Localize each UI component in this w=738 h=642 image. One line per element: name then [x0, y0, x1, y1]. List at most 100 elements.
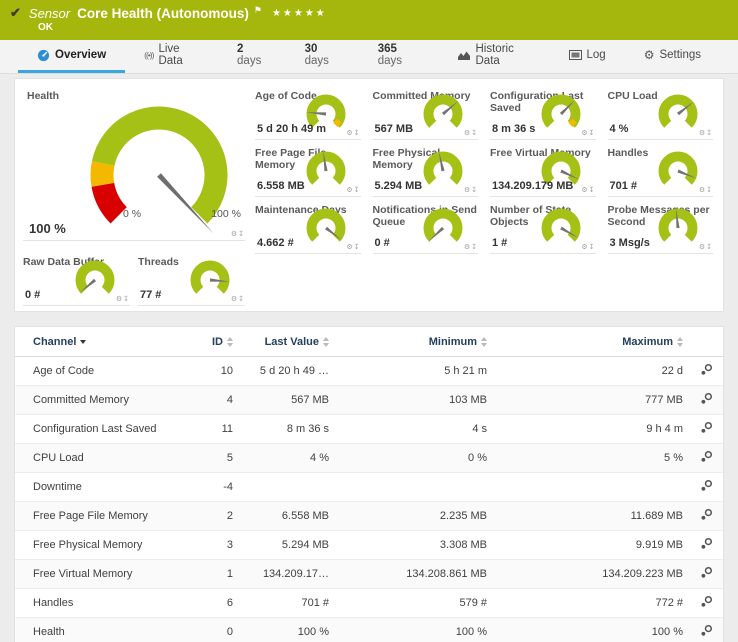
- gauge-tile-raw-data-buffer: Raw Data Buffer0 #⚙↧: [23, 251, 130, 306]
- table-row-downtime[interactable]: Downtime-4: [15, 473, 723, 502]
- cell-channel[interactable]: Free Page File Memory: [15, 502, 197, 531]
- pin-icon[interactable]: ↧: [706, 130, 713, 137]
- edit-channel-icon[interactable]: [700, 508, 713, 521]
- gear-icon[interactable]: ⚙: [581, 187, 588, 194]
- cell-channel[interactable]: Configuration Last Saved: [15, 415, 197, 444]
- table-row-free-physical-memory[interactable]: Free Physical Memory35.294 MB3.308 MB9.9…: [15, 531, 723, 560]
- pin-icon[interactable]: ↧: [706, 244, 713, 251]
- edit-channel-icon[interactable]: [700, 566, 713, 579]
- sort-icon: [481, 337, 487, 347]
- gauge-value: 1 #: [492, 237, 507, 249]
- cell-last: [239, 473, 335, 502]
- pin-icon[interactable]: ↧: [354, 130, 361, 137]
- table-row-handles[interactable]: Handles6701 #579 #772 #: [15, 589, 723, 618]
- tab-log[interactable]: Log: [550, 40, 625, 73]
- edit-channel-icon[interactable]: [700, 450, 713, 463]
- gauge-value: 5 d 20 h 49 m: [257, 123, 326, 135]
- cell-tools: [689, 502, 723, 531]
- cell-channel[interactable]: Committed Memory: [15, 386, 197, 415]
- table-row-configuration-last-saved[interactable]: Configuration Last Saved118 m 36 s4 s9 h…: [15, 415, 723, 444]
- pin-icon[interactable]: ↧: [238, 296, 245, 303]
- cell-last: 5 d 20 h 49 …: [239, 357, 335, 386]
- cell-max: 22 d: [493, 357, 689, 386]
- edit-channel-icon[interactable]: [700, 421, 713, 434]
- cell-max: 100 %: [493, 618, 689, 642]
- cell-max: 9 h 4 m: [493, 415, 689, 444]
- tab-historic-data[interactable]: Historic Data: [438, 40, 550, 73]
- column-header-maximum[interactable]: Maximum: [493, 327, 689, 357]
- cell-id: 4: [197, 386, 239, 415]
- pin-icon[interactable]: ↧: [471, 187, 478, 194]
- gauge-value: 3 Msg/s: [610, 237, 650, 249]
- cell-last: 134.209.17…: [239, 560, 335, 589]
- flag-icon[interactable]: ⚑: [254, 5, 262, 16]
- mini-gauge: [303, 206, 349, 246]
- edit-channel-icon[interactable]: [700, 392, 713, 405]
- priority-stars[interactable]: ★★★★★: [272, 8, 327, 19]
- tab-overview[interactable]: Overview: [18, 40, 125, 73]
- gear-icon[interactable]: ⚙: [581, 244, 588, 251]
- gear-icon[interactable]: ⚙: [346, 244, 353, 251]
- pin-icon[interactable]: ↧: [589, 130, 596, 137]
- sort-icon: [227, 337, 233, 347]
- table-row-age-of-code[interactable]: Age of Code105 d 20 h 49 …5 h 21 m22 d: [15, 357, 723, 386]
- edit-channel-icon[interactable]: [700, 595, 713, 608]
- cell-channel[interactable]: Free Physical Memory: [15, 531, 197, 560]
- tab-live-data[interactable]: ((•))Live Data: [125, 40, 218, 73]
- table-row-free-virtual-memory[interactable]: Free Virtual Memory1134.209.17…134.208.8…: [15, 560, 723, 589]
- edit-channel-icon[interactable]: [700, 537, 713, 550]
- table-row-committed-memory[interactable]: Committed Memory4567 MB103 MB777 MB: [15, 386, 723, 415]
- tab-30-days[interactable]: 30 days: [286, 40, 359, 73]
- pin-icon[interactable]: ↧: [238, 231, 245, 238]
- cell-channel[interactable]: Handles: [15, 589, 197, 618]
- tab-settings[interactable]: ⚙Settings: [625, 40, 720, 73]
- pin-icon[interactable]: ↧: [589, 187, 596, 194]
- pin-icon[interactable]: ↧: [471, 244, 478, 251]
- cell-channel[interactable]: Age of Code: [15, 357, 197, 386]
- tab-365-days[interactable]: 365 days: [359, 40, 438, 73]
- cell-tools: [689, 444, 723, 473]
- edit-channel-icon[interactable]: [700, 624, 713, 637]
- column-header-id[interactable]: ID: [197, 327, 239, 357]
- edit-channel-icon[interactable]: [700, 363, 713, 376]
- cell-min: 5 h 21 m: [335, 357, 493, 386]
- cell-channel[interactable]: Free Virtual Memory: [15, 560, 197, 589]
- gear-icon[interactable]: ⚙: [581, 130, 588, 137]
- edit-channel-icon[interactable]: [700, 479, 713, 492]
- table-row-cpu-load[interactable]: CPU Load54 %0 %5 %: [15, 444, 723, 473]
- cell-tools: [689, 357, 723, 386]
- column-header-last-value[interactable]: Last Value: [239, 327, 335, 357]
- table-row-free-page-file-memory[interactable]: Free Page File Memory26.558 MB2.235 MB11…: [15, 502, 723, 531]
- cell-channel[interactable]: Health: [15, 618, 197, 642]
- pin-icon[interactable]: ↧: [589, 244, 596, 251]
- table-row-health[interactable]: Health0100 %100 %100 %: [15, 618, 723, 642]
- mini-gauge: [655, 206, 701, 246]
- tab-bar: Overview((•))Live Data2 days30 days365 d…: [0, 40, 738, 74]
- cell-max: 5 %: [493, 444, 689, 473]
- column-header-channel[interactable]: Channel: [15, 327, 197, 357]
- status-check-icon: ✔: [10, 5, 21, 21]
- gauge-max-label: 100 %: [211, 208, 241, 220]
- gauge-value: 4 %: [610, 123, 629, 135]
- prtg-sensor-page: ✔ Sensor Core Health (Autonomous) ⚑ ★★★★…: [0, 0, 738, 642]
- sensor-kind-label: Sensor: [29, 6, 70, 21]
- mini-gauge: [420, 206, 466, 246]
- gauges-bottom-row: Raw Data Buffer0 #⚙↧Threads77 #⚙↧: [19, 251, 249, 306]
- cell-id: 3: [197, 531, 239, 560]
- column-header-minimum[interactable]: Minimum: [335, 327, 493, 357]
- tab-2-days[interactable]: 2 days: [218, 40, 286, 73]
- cell-channel[interactable]: CPU Load: [15, 444, 197, 473]
- column-header-tools: [689, 327, 723, 357]
- pin-icon[interactable]: ↧: [706, 187, 713, 194]
- gauge-tile-notifications-in-send-queue: Notifications in Send Queue0 #⚙↧: [373, 199, 479, 254]
- pin-icon[interactable]: ↧: [471, 130, 478, 137]
- cell-last: 567 MB: [239, 386, 335, 415]
- pin-icon[interactable]: ↧: [354, 244, 361, 251]
- health-gauge-tile: Health 0 % 100 % 100 % ⚙↧: [23, 85, 245, 241]
- gear-icon[interactable]: ⚙: [346, 187, 353, 194]
- pin-icon[interactable]: ↧: [354, 187, 361, 194]
- gear-icon[interactable]: ⚙: [346, 130, 353, 137]
- pin-icon[interactable]: ↧: [123, 296, 130, 303]
- cell-tools: [689, 618, 723, 642]
- cell-channel[interactable]: Downtime: [15, 473, 197, 502]
